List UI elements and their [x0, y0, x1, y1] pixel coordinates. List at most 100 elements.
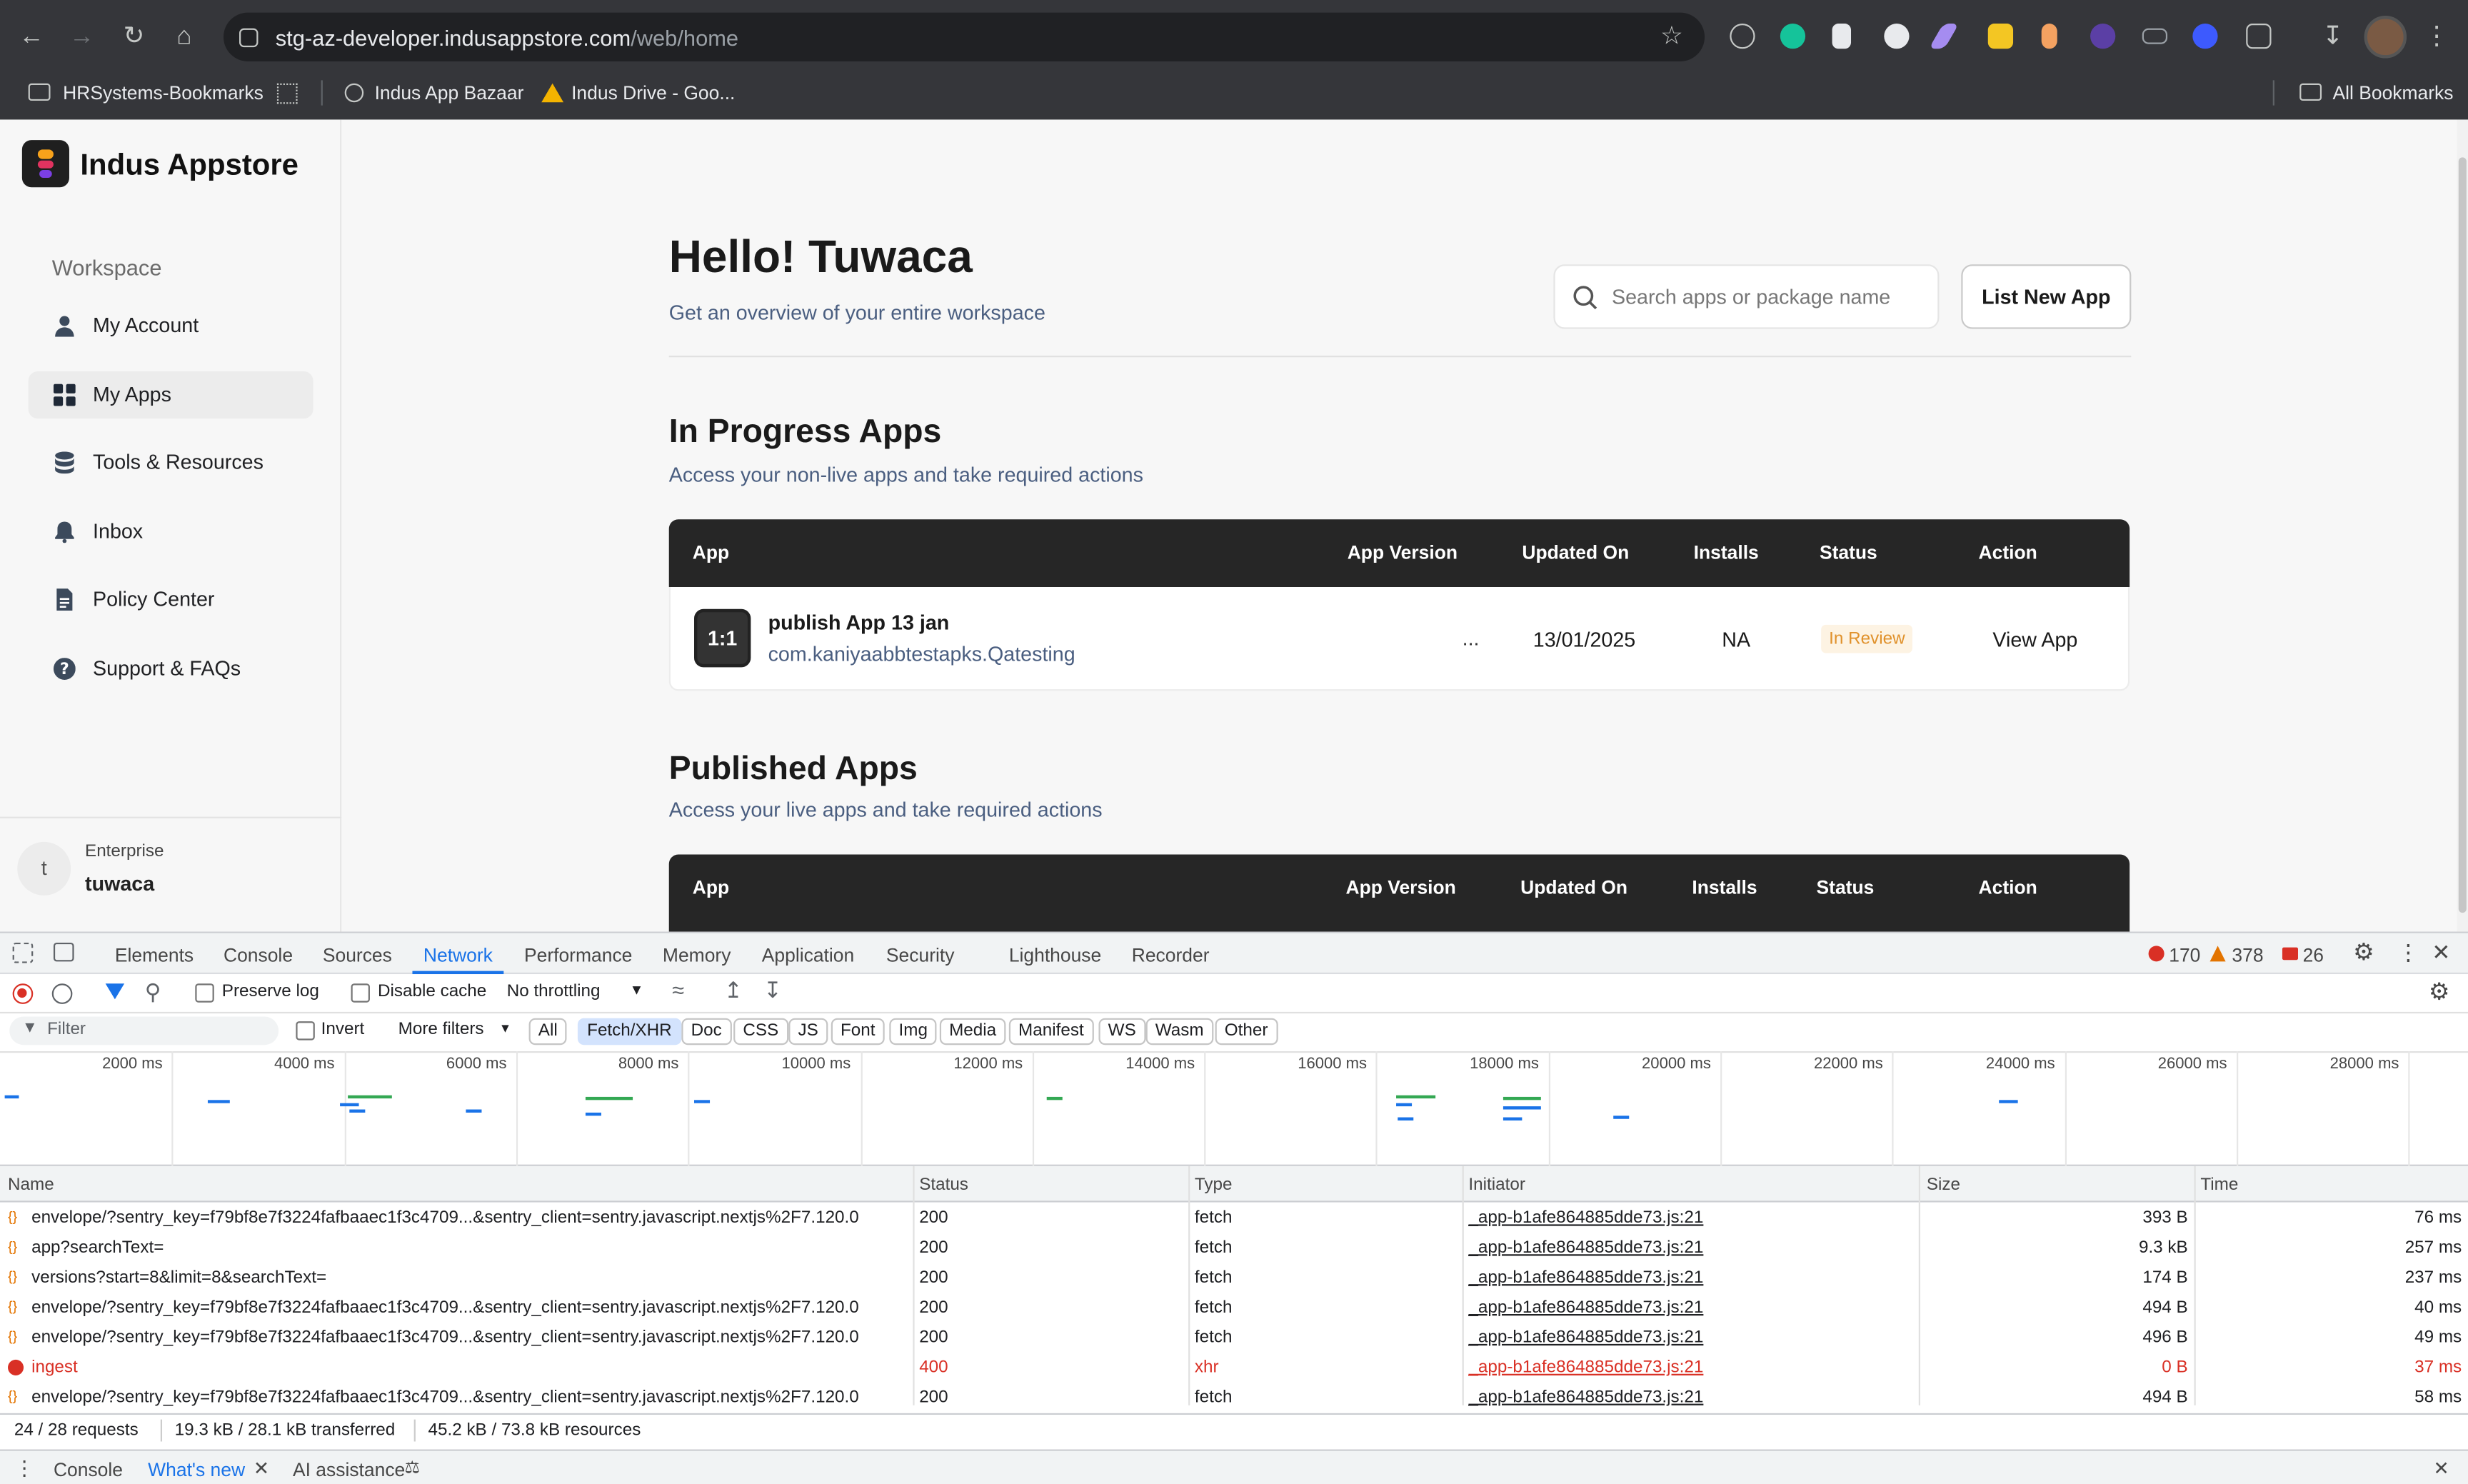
table-row[interactable]: 1:1 publish App 13 jan com.kaniyaabbtest…: [668, 586, 2130, 691]
all-bookmarks[interactable]: All Bookmarks: [2332, 82, 2453, 104]
tab-memory[interactable]: Memory: [663, 944, 731, 966]
settings-gear-icon[interactable]: ⚙: [2353, 938, 2374, 966]
tab-recorder[interactable]: Recorder: [1132, 944, 1210, 966]
site-info-icon[interactable]: [239, 28, 259, 48]
device-toolbar-icon[interactable]: [53, 942, 74, 962]
sidebar-item-tools-resources[interactable]: Tools & Resources: [29, 439, 313, 486]
avatar[interactable]: t: [17, 841, 71, 896]
column-header[interactable]: Updated On: [1520, 876, 1627, 898]
blue-extension-icon[interactable]: [2192, 24, 2218, 49]
sidebar-item-my-account[interactable]: My Account: [29, 302, 313, 349]
request-initiator[interactable]: _app-b1afe864885dde73.js:21: [1468, 1358, 1703, 1377]
tab-lighthouse[interactable]: Lighthouse: [1009, 944, 1101, 966]
star-icon[interactable]: ☆: [1656, 22, 1687, 54]
filter-icon[interactable]: [105, 983, 125, 1000]
table-row[interactable]: {} app?searchText= 200 fetch _app-b1afe86488…: [0, 1233, 2468, 1264]
yellow-extension-icon[interactable]: [1987, 24, 2014, 49]
search-icon[interactable]: ⚲: [145, 979, 161, 1006]
grammarly-extension-icon[interactable]: [1780, 24, 1806, 49]
request-name[interactable]: app?searchText=: [31, 1238, 164, 1257]
table-row[interactable]: {} envelope/?sentry_key=f79bf8e7f3224fafb…: [0, 1293, 2468, 1324]
sidebar-item-inbox[interactable]: Inbox: [29, 508, 313, 556]
tab-console[interactable]: Console: [224, 944, 293, 966]
column-header[interactable]: Installs: [1692, 876, 1757, 898]
chevron-down-icon[interactable]: ▼: [499, 1021, 511, 1036]
filter-chip-other[interactable]: Other: [1215, 1018, 1278, 1046]
preserve-log-checkbox[interactable]: [195, 983, 214, 1003]
network-settings-gear-icon[interactable]: ⚙: [2429, 977, 2450, 1006]
request-name[interactable]: envelope/?sentry_key=f79bf8e7f3224fafbaa…: [31, 1208, 859, 1227]
filter-chip-fetch-xhr[interactable]: Fetch/XHR: [577, 1018, 681, 1046]
column-header[interactable]: Status: [1820, 541, 1877, 563]
request-name[interactable]: envelope/?sentry_key=f79bf8e7f3224fafbaa…: [31, 1388, 859, 1407]
export-har-icon[interactable]: ↧: [763, 977, 782, 1003]
feather-extension-icon[interactable]: [1928, 24, 1960, 49]
column-header[interactable]: Name: [8, 1175, 54, 1194]
column-header[interactable]: Status: [919, 1175, 968, 1194]
clear-icon[interactable]: [51, 983, 73, 1004]
network-conditions-icon[interactable]: ≈: [672, 977, 684, 1002]
column-header[interactable]: App Version: [1348, 541, 1458, 563]
filter-chip-css[interactable]: CSS: [733, 1018, 788, 1046]
filter-chip-media[interactable]: Media: [939, 1018, 1006, 1046]
message-count[interactable]: 26: [2303, 944, 2324, 966]
egg-extension-icon[interactable]: [2041, 24, 2057, 49]
invert-checkbox[interactable]: [296, 1021, 315, 1041]
filter-chip-doc[interactable]: Doc: [681, 1018, 731, 1046]
warning-count[interactable]: 378: [2232, 944, 2263, 966]
view-app-link[interactable]: View App: [1992, 628, 2077, 651]
drawer-tab-ai-assistance[interactable]: AI assistance: [293, 1459, 405, 1481]
close-devtools-icon[interactable]: ✕: [2432, 940, 2450, 966]
tab-security[interactable]: Security: [886, 944, 955, 966]
doc-extension-icon[interactable]: [1832, 24, 1852, 49]
error-icon[interactable]: [2148, 946, 2164, 962]
inspect-icon[interactable]: [12, 942, 34, 963]
list-new-app-button[interactable]: List New App: [1961, 264, 2132, 329]
throttling-select[interactable]: No throttling: [507, 982, 601, 1001]
home-icon[interactable]: ⌂: [169, 22, 200, 54]
close-drawer-icon[interactable]: ✕: [2434, 1458, 2449, 1480]
request-name[interactable]: versions?start=8&limit=8&searchText=: [31, 1268, 326, 1287]
table-row[interactable]: {} envelope/?sentry_key=f79bf8e7f3224fafb…: [0, 1383, 2468, 1413]
drawer-tab-whats-new[interactable]: What's new: [148, 1459, 245, 1481]
purple-extension-icon[interactable]: [2090, 24, 2116, 49]
download-icon[interactable]: ↧: [2317, 22, 2348, 54]
profile-avatar[interactable]: [2364, 16, 2407, 59]
sidebar-item-support-faqs[interactable]: ? Support & FAQs: [29, 645, 313, 692]
page-scrollbar-thumb[interactable]: [2458, 157, 2467, 913]
more-filters-dropdown[interactable]: More filters: [398, 1020, 484, 1038]
request-initiator[interactable]: _app-b1afe864885dde73.js:21: [1468, 1208, 1703, 1227]
drawer-tab-console[interactable]: Console: [54, 1459, 123, 1481]
sidebar-item-my-apps[interactable]: My Apps: [28, 371, 313, 419]
request-name[interactable]: envelope/?sentry_key=f79bf8e7f3224fafbaa…: [31, 1298, 859, 1317]
disable-cache-checkbox[interactable]: [351, 983, 370, 1003]
column-header[interactable]: App Version: [1346, 876, 1456, 898]
column-header[interactable]: Initiator: [1468, 1175, 1525, 1194]
close-tab-icon[interactable]: ✕: [254, 1458, 269, 1480]
column-header[interactable]: Type: [1195, 1175, 1233, 1194]
request-name[interactable]: envelope/?sentry_key=f79bf8e7f3224fafbaa…: [31, 1328, 859, 1347]
bookmark-indus-app-bazaar[interactable]: Indus App Bazaar: [375, 82, 524, 104]
chevron-down-icon[interactable]: ▼: [630, 982, 644, 998]
column-header[interactable]: Time: [2200, 1175, 2238, 1194]
tab-elements[interactable]: Elements: [115, 944, 194, 966]
table-row[interactable]: ingest 400 xhr _app-b1afe864885dde73.js:21 0…: [0, 1353, 2468, 1383]
request-initiator[interactable]: _app-b1afe864885dde73.js:21: [1468, 1298, 1703, 1317]
table-row[interactable]: {} envelope/?sentry_key=f79bf8e7f3224fafb…: [0, 1203, 2468, 1234]
bookmark-hrsystems[interactable]: HRSystems-Bookmarks: [63, 82, 264, 104]
request-initiator[interactable]: _app-b1afe864885dde73.js:21: [1468, 1388, 1703, 1407]
request-name[interactable]: ingest: [31, 1358, 78, 1377]
filter-chip-manifest[interactable]: Manifest: [1008, 1018, 1093, 1046]
request-initiator[interactable]: _app-b1afe864885dde73.js:21: [1468, 1238, 1703, 1257]
window-extension-icon[interactable]: [2142, 28, 2168, 44]
apps-grid-icon[interactable]: [276, 83, 298, 104]
compass-extension-icon[interactable]: [1730, 24, 1755, 49]
column-header[interactable]: Updated On: [1522, 541, 1629, 563]
tab-performance[interactable]: Performance: [524, 944, 632, 966]
forward-icon[interactable]: →: [66, 22, 98, 54]
filter-chip-js[interactable]: JS: [788, 1018, 828, 1046]
table-row[interactable]: {} versions?start=8&limit=8&searchText= 20…: [0, 1263, 2468, 1294]
tab-sources[interactable]: Sources: [323, 944, 392, 966]
drawer-menu-icon[interactable]: ⋮: [14, 1455, 35, 1480]
chrome-menu-icon[interactable]: ⋮: [2421, 22, 2452, 54]
